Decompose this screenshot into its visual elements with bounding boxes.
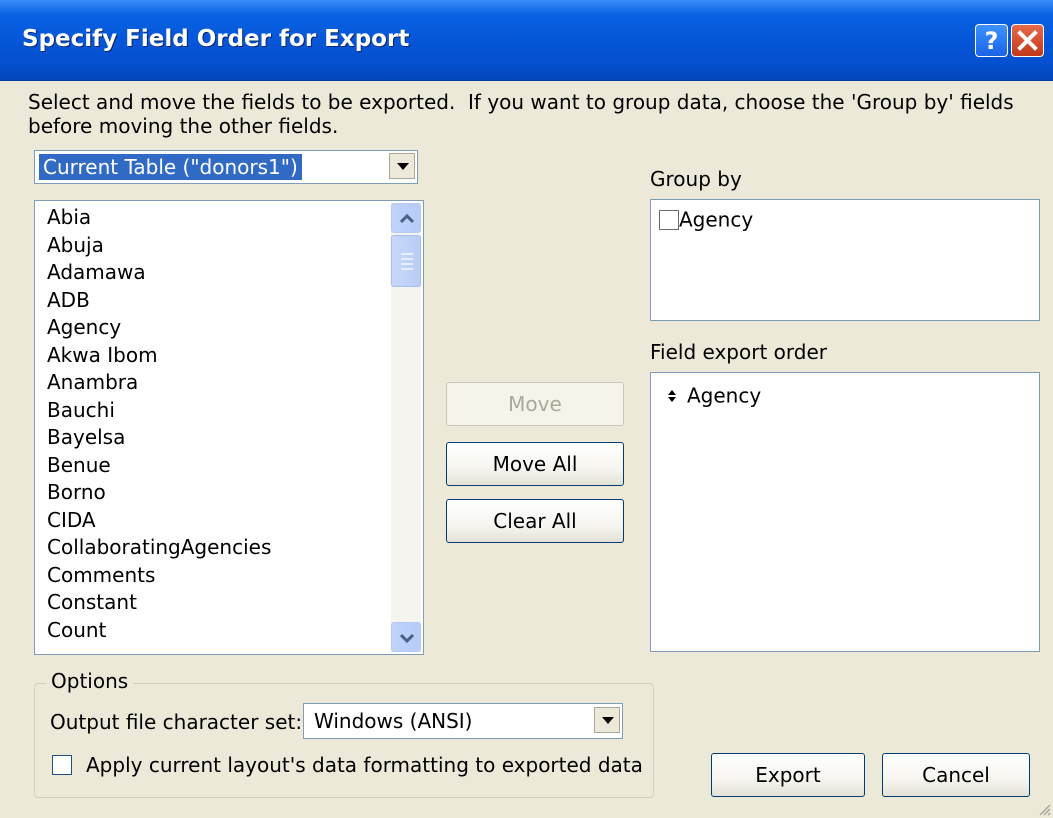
move-handle-icon[interactable] — [667, 389, 677, 403]
table-selector-value: Current Table ("donors1") — [39, 154, 302, 180]
charset-label: Output file character set: — [50, 710, 303, 734]
export-button[interactable]: Export — [711, 753, 865, 797]
export-order-item[interactable]: Agency — [667, 381, 762, 408]
list-item[interactable]: ADB — [35, 287, 423, 315]
move-button[interactable]: Move — [446, 382, 624, 426]
window-title: Specify Field Order for Export — [22, 26, 410, 52]
options-legend: Options — [46, 669, 134, 693]
table-selector-dropdown[interactable]: Current Table ("donors1") — [34, 150, 418, 184]
list-item[interactable]: Bayelsa — [35, 424, 423, 452]
list-item[interactable]: Bauchi — [35, 397, 423, 425]
list-item[interactable]: Benue — [35, 452, 423, 480]
help-button[interactable]: ? — [975, 24, 1008, 57]
list-item[interactable]: Adamawa — [35, 259, 423, 287]
resize-grip-icon[interactable] — [1037, 802, 1051, 816]
apply-formatting-checkbox[interactable] — [52, 755, 72, 775]
dropdown-arrow-icon[interactable] — [389, 153, 415, 179]
close-icon — [1017, 30, 1038, 51]
scroll-down-icon — [400, 633, 414, 644]
list-item[interactable]: CIDA — [35, 507, 423, 535]
charset-dropdown[interactable]: Windows (ANSI) — [303, 703, 623, 739]
scroll-up-icon — [400, 213, 414, 224]
help-icon: ? — [984, 27, 999, 55]
group-by-label: Group by — [650, 167, 742, 191]
export-order-item-label: Agency — [687, 383, 762, 408]
group-by-checkbox[interactable] — [659, 209, 679, 230]
group-by-item-label: Agency — [679, 207, 754, 232]
field-list-scrollbar[interactable] — [391, 203, 421, 652]
list-item[interactable]: Borno — [35, 479, 423, 507]
move-all-button[interactable]: Move All — [446, 442, 624, 486]
clear-all-button[interactable]: Clear All — [446, 499, 624, 543]
field-list[interactable]: Abia Abuja Adamawa ADB Agency Akwa Ibom … — [34, 200, 424, 655]
field-export-order-label: Field export order — [650, 340, 827, 364]
list-item[interactable]: Comments — [35, 562, 423, 590]
list-item[interactable]: Abia — [35, 204, 423, 232]
apply-formatting-label[interactable]: Apply current layout's data formatting t… — [86, 753, 643, 777]
scroll-down-button[interactable] — [391, 622, 421, 652]
options-groupbox — [34, 683, 654, 798]
close-button[interactable] — [1011, 24, 1044, 57]
charset-value: Windows (ANSI) — [314, 709, 473, 733]
group-by-list[interactable]: Agency — [650, 199, 1040, 321]
scroll-thumb[interactable] — [391, 235, 421, 287]
list-item[interactable]: Count — [35, 617, 423, 645]
export-dialog: Specify Field Order for Export ? Select … — [0, 0, 1053, 818]
group-by-item[interactable]: Agency — [659, 206, 754, 232]
field-export-order-list[interactable]: Agency — [650, 372, 1040, 652]
title-bar[interactable]: Specify Field Order for Export ? — [0, 0, 1053, 81]
instructions-text: Select and move the fields to be exporte… — [28, 90, 1014, 138]
cancel-button[interactable]: Cancel — [882, 753, 1030, 797]
dropdown-arrow-icon[interactable] — [594, 707, 620, 733]
list-item[interactable]: Akwa Ibom — [35, 342, 423, 370]
list-item[interactable]: Constant — [35, 589, 423, 617]
list-item[interactable]: Anambra — [35, 369, 423, 397]
list-item[interactable]: Abuja — [35, 232, 423, 260]
list-item[interactable]: CollaboratingAgencies — [35, 534, 423, 562]
scroll-up-button[interactable] — [391, 203, 421, 233]
list-item[interactable]: Agency — [35, 314, 423, 342]
